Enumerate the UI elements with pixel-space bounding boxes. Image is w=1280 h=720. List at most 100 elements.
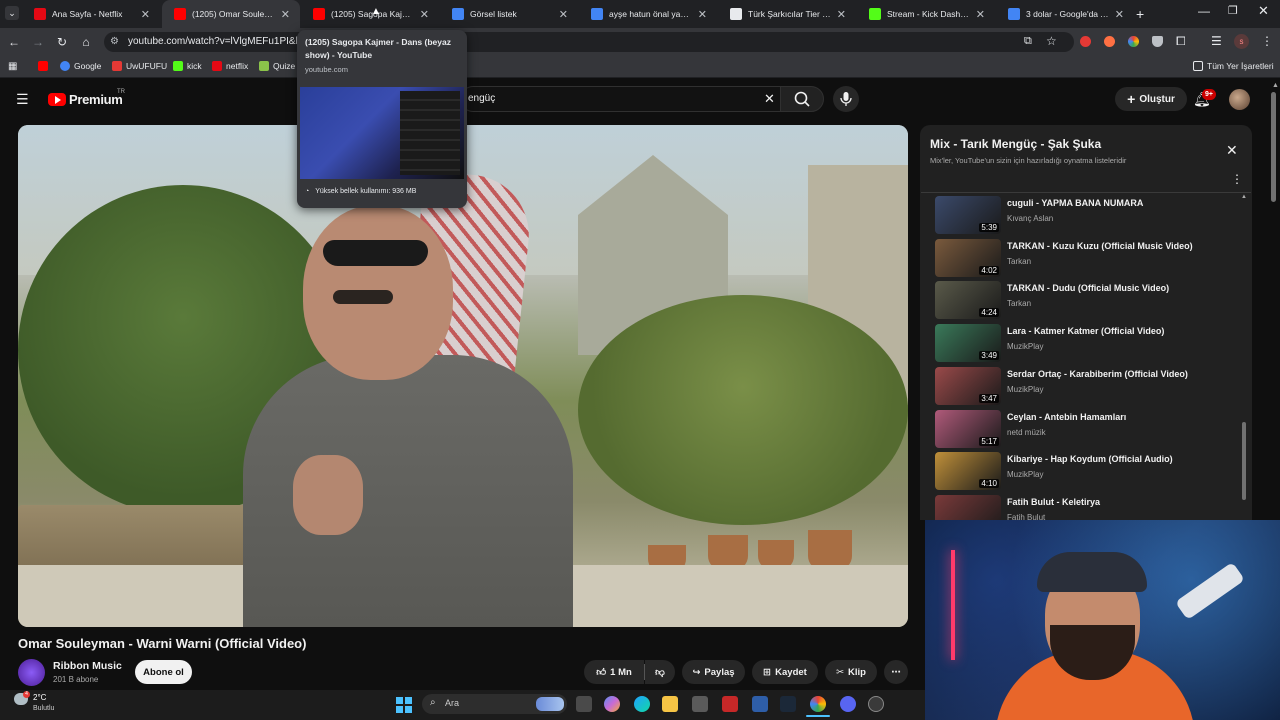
apps-grid-icon[interactable]: ▦: [8, 61, 17, 72]
copilot-icon[interactable]: [604, 696, 620, 712]
app-icon-gray[interactable]: [868, 696, 884, 712]
bookmark-netflix[interactable]: netflix: [212, 61, 248, 71]
url-text[interactable]: youtube.com/watch?v=lVlgMEFu1PI&list: [128, 36, 308, 47]
playlist-item-thumbnail[interactable]: 5:39: [935, 196, 1001, 234]
tab-close-icon[interactable]: ✕: [281, 8, 290, 21]
playlist-item-thumbnail[interactable]: 4:10: [935, 452, 1001, 491]
playlist-scrollbar[interactable]: [1242, 422, 1246, 500]
voice-search-button[interactable]: [833, 86, 859, 112]
chrome-icon[interactable]: [810, 696, 826, 712]
home-icon[interactable]: ⌂: [78, 34, 94, 50]
browser-tab[interactable]: 3 dolar - Google'da Ara ✕: [996, 0, 1134, 28]
bookmark-youtube[interactable]: [38, 61, 52, 71]
minimize-button[interactable]: —: [1198, 4, 1210, 18]
playlist-item[interactable]: 4:02 TARKAN - Kuzu Kuzu (Official Music V…: [935, 238, 1235, 279]
playlist-item[interactable]: 4:10 Kibariye - Hap Koydum (Official Audi…: [935, 452, 1235, 492]
account-avatar[interactable]: [1229, 89, 1250, 110]
playlist-item-title[interactable]: Serdar Ortaç - Karabiberim (Official Vid…: [1007, 369, 1188, 379]
playlist-item-title[interactable]: cuguli - YAPMA BANA NUMARA: [1007, 198, 1143, 208]
extension-icon-2[interactable]: [1104, 36, 1115, 47]
reload-icon[interactable]: ↻: [54, 34, 70, 50]
steam-icon[interactable]: [780, 696, 796, 712]
forward-icon[interactable]: →: [30, 34, 46, 50]
tab-search-button[interactable]: ⌄: [5, 6, 19, 20]
browser-tab[interactable]: (1205) Omar Souleyman - ✕: [162, 0, 300, 28]
browser-tab[interactable]: Türk Şarkıcılar Tier List (C ✕: [718, 0, 856, 28]
page-scrollbar[interactable]: [1271, 92, 1276, 202]
install-icon[interactable]: ⧉: [1024, 35, 1032, 48]
save-button[interactable]: ⊞ Kaydet: [752, 660, 818, 684]
playlist-title[interactable]: Mix - Tarık Mengüç - Şak Şuka: [930, 137, 1101, 151]
close-window-button[interactable]: ✕: [1258, 3, 1269, 19]
tab-close-icon[interactable]: ✕: [420, 8, 429, 21]
shield-icon[interactable]: [1152, 36, 1163, 47]
site-info-icon[interactable]: ⚙: [110, 36, 119, 47]
bookmark-google[interactable]: Google: [60, 61, 101, 71]
playlist-item-title[interactable]: TARKAN - Dudu (Official Music Video): [1007, 283, 1169, 293]
tab-close-icon[interactable]: ✕: [1115, 8, 1124, 21]
youtube-premium-logo[interactable]: Premium: [69, 92, 123, 107]
discord-icon[interactable]: [840, 696, 856, 712]
playlist-item[interactable]: 5:39 cuguli - YAPMA BANA NUMARA Kıvanç Asl…: [935, 196, 1235, 236]
clip-button[interactable]: ✂ Klip: [825, 660, 877, 684]
playlist-item-thumbnail[interactable]: 4:24: [935, 281, 1001, 320]
new-tab-button[interactable]: +: [1136, 6, 1144, 22]
browser-tab[interactable]: Ana Sayfa - Netflix ✕: [22, 0, 160, 28]
dislike-button[interactable]: 👎︎: [645, 660, 675, 684]
channel-name[interactable]: Ribbon Music: [53, 660, 122, 672]
playlist-item-thumbnail[interactable]: 4:02: [935, 238, 1001, 277]
bookmark-uwufufu[interactable]: UwUFUFU: [112, 61, 167, 71]
extension-icon-3[interactable]: [1128, 36, 1139, 47]
all-bookmarks[interactable]: Tüm Yer İşaretleri: [1193, 61, 1274, 71]
edge-icon[interactable]: [634, 696, 650, 712]
browser-tab[interactable]: (1205) Sagopa Kajmer - D✕: [301, 0, 439, 28]
restore-button[interactable]: ❐: [1228, 4, 1238, 17]
playlist-item-thumbnail[interactable]: 3:49: [935, 324, 1001, 363]
subscribe-button[interactable]: Abone ol: [135, 660, 192, 684]
close-playlist-icon[interactable]: ✕: [1226, 142, 1238, 159]
playlist-item-thumbnail[interactable]: 5:17: [935, 409, 1001, 448]
create-button[interactable]: + Oluştur: [1115, 87, 1187, 111]
bookmark-quize[interactable]: Quize: [259, 61, 295, 71]
share-button[interactable]: ↪ Paylaş: [682, 660, 745, 684]
browser-menu-icon[interactable]: ⋮: [1261, 34, 1273, 48]
side-panel-icon[interactable]: ☰: [1211, 34, 1222, 48]
bookmark-star-icon[interactable]: ☆: [1046, 34, 1057, 48]
playlist-item[interactable]: 3:47 Serdar Ortaç - Karabiberim (Official…: [935, 366, 1235, 407]
app-icon-red[interactable]: [722, 696, 738, 712]
tab-close-icon[interactable]: ✕: [698, 8, 707, 21]
playlist-item[interactable]: 3:49 Lara - Katmer Katmer (Official Video…: [935, 324, 1235, 364]
browser-tab[interactable]: Stream - Kick Dashboard ✕: [857, 0, 995, 28]
playlist-more-icon[interactable]: ⋮: [1231, 172, 1243, 186]
weather-temperature[interactable]: 2°C: [33, 693, 46, 702]
clear-search-icon[interactable]: ✕: [764, 91, 775, 107]
store-icon[interactable]: [692, 696, 708, 712]
browser-tab[interactable]: Görsel listek ✕: [440, 0, 578, 28]
scroll-up-arrow-icon[interactable]: ▲: [1272, 82, 1279, 89]
playlist-item-title[interactable]: Ceylan - Antebin Hamamları: [1007, 412, 1126, 422]
bookmark-kick[interactable]: kick: [173, 61, 202, 71]
like-button[interactable]: 👍︎ 1 Mn: [584, 660, 644, 684]
profile-avatar[interactable]: s: [1234, 34, 1249, 49]
channel-avatar[interactable]: [18, 659, 45, 686]
tab-close-icon[interactable]: ✕: [976, 8, 985, 21]
file-explorer-icon[interactable]: [662, 696, 678, 712]
tab-close-icon[interactable]: ✕: [559, 8, 568, 21]
playlist-item-title[interactable]: Fatih Bulut - Keletirya: [1007, 497, 1100, 507]
search-input[interactable]: [460, 86, 780, 112]
extensions-puzzle-icon[interactable]: ⧠: [1176, 34, 1186, 49]
extension-icon-1[interactable]: [1080, 36, 1091, 47]
windows-start-icon[interactable]: [396, 697, 412, 713]
more-actions-button[interactable]: ⋯: [884, 660, 908, 684]
playlist-item-title[interactable]: TARKAN - Kuzu Kuzu (Official Music Video…: [1007, 241, 1193, 251]
back-icon[interactable]: ←: [6, 34, 22, 50]
browser-tab[interactable]: ayşe hatun önal yaş - Goo ✕: [579, 0, 717, 28]
playlist-item-title[interactable]: Lara - Katmer Katmer (Official Video): [1007, 326, 1164, 336]
hamburger-menu-icon[interactable]: ☰: [16, 91, 29, 108]
tab-close-icon[interactable]: ✕: [141, 8, 150, 21]
playlist-item[interactable]: 4:24 TARKAN - Dudu (Official Music Video)…: [935, 281, 1235, 321]
playlist-item-title[interactable]: Kibariye - Hap Koydum (Official Audio): [1007, 454, 1173, 464]
playlist-item[interactable]: 5:17 Ceylan - Antebin Hamamları netd müzik: [935, 409, 1235, 450]
search-button[interactable]: [780, 86, 824, 112]
tab-close-icon[interactable]: ✕: [837, 8, 846, 21]
